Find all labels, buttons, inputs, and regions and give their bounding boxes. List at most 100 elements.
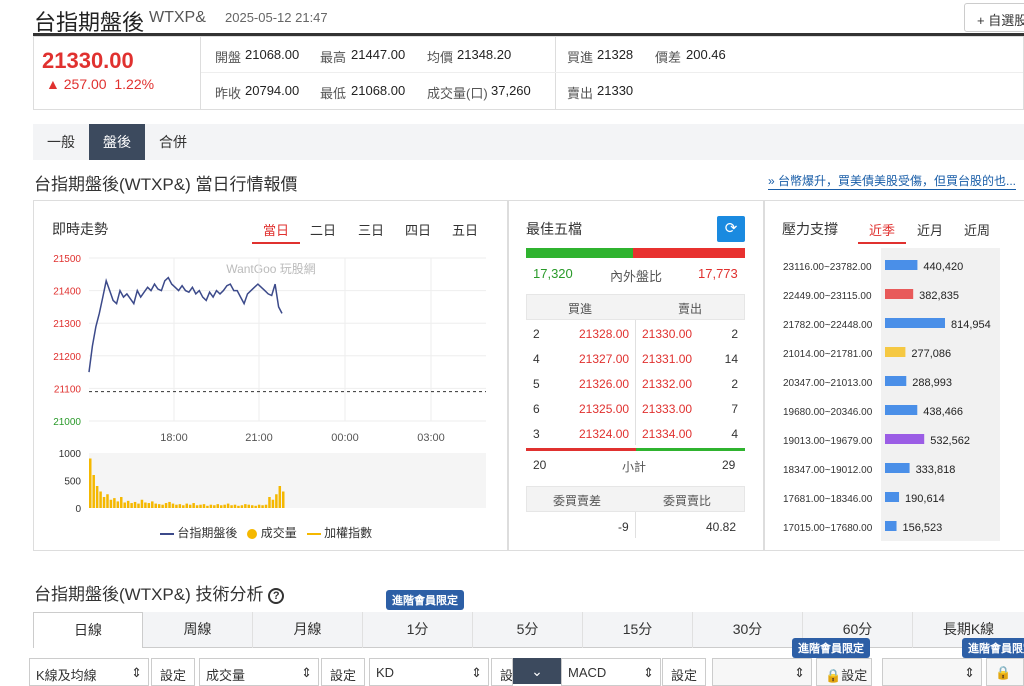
table-row: 4 21327.00 21331.00 14 — [526, 352, 745, 372]
volume-bar — [168, 501, 171, 508]
tab-1min[interactable]: 1分 — [363, 612, 473, 648]
settings-button[interactable]: 設定 — [491, 658, 513, 686]
volume-area — [89, 453, 486, 508]
volume-bar — [250, 505, 254, 508]
support-title: 壓力支撐 — [782, 221, 838, 237]
chevron-updown-icon: ⇕ — [643, 665, 654, 680]
tab-3day[interactable]: 三日 — [358, 220, 384, 239]
lock-icon: 🔒 — [825, 668, 842, 683]
tab-regular[interactable]: 一般 — [33, 124, 89, 160]
price-range-label: 22449.00~23115.00 — [783, 291, 872, 302]
volume-value-label: 156,523 — [903, 522, 943, 534]
tab-30min[interactable]: 30分 — [693, 612, 803, 648]
volume-bar — [275, 494, 278, 508]
tab-5day[interactable]: 五日 — [452, 220, 478, 239]
volume-bar — [885, 492, 900, 502]
volume-bar — [116, 501, 120, 508]
indicator-select-k[interactable]: K線及均線 ⇕ — [29, 658, 149, 686]
volume-bar — [254, 505, 257, 508]
news-link[interactable]: » 台幣爆升，買美債美股受傷，但買台股的也... — [768, 172, 1017, 190]
tab-15min[interactable]: 15分 — [583, 612, 693, 648]
settings-button[interactable]: 設定 — [151, 658, 196, 686]
symbol-code: WTXP& — [149, 9, 206, 26]
indicator-select-volume[interactable]: 成交量 ⇕ — [199, 658, 319, 686]
chevron-down-icon[interactable]: ⌄ — [513, 658, 561, 684]
table-row: 6 21325.00 21333.00 7 — [526, 402, 745, 422]
volume-bar — [226, 503, 230, 508]
tab-month[interactable]: 近月 — [917, 220, 943, 239]
legend-idx-swatch — [306, 532, 321, 535]
locked-select[interactable]: ⇕ — [712, 658, 812, 686]
volume-value-label: 190,614 — [905, 493, 945, 505]
tab-after-hours[interactable]: 盤後 — [89, 124, 145, 160]
volume-bar — [247, 504, 251, 508]
tech-tabs: 日線 周線 月線 1分 5分 15分 30分 60分 長期K線 — [33, 612, 1024, 648]
prev-close-label: 昨收 — [215, 86, 242, 101]
volume-bar — [885, 521, 897, 531]
volume-bar — [885, 405, 918, 415]
tab-combined[interactable]: 合併 — [145, 124, 201, 160]
volume-bar — [109, 499, 113, 508]
table-row: 3 21324.00 21334.00 4 — [526, 427, 745, 447]
tab-4day[interactable]: 四日 — [405, 220, 431, 239]
tab-quarter[interactable]: 近季 — [869, 220, 895, 239]
volume-bar — [188, 504, 192, 508]
volume-bar — [199, 504, 202, 508]
price-range-label: 19013.00~19679.00 — [783, 436, 873, 447]
volume-bar — [261, 505, 264, 508]
tab-weekly[interactable]: 周線 — [143, 612, 253, 648]
tab-5min[interactable]: 5分 — [473, 612, 583, 648]
ratio-bar — [526, 248, 745, 258]
order-diff-label: 委買賣差 — [553, 494, 602, 508]
volume-bar — [885, 463, 910, 473]
volume-bar — [202, 504, 206, 508]
locked-settings-button[interactable]: 🔒 — [986, 658, 1024, 686]
locked-select[interactable]: ⇕ — [882, 658, 982, 686]
tab-monthly[interactable]: 月線 — [253, 612, 363, 648]
settings-button[interactable]: 設定 — [321, 658, 366, 686]
indicator-select-macd[interactable]: MACD ⇕ — [561, 658, 661, 686]
ask-price: 21330.00 — [642, 327, 693, 341]
volume-bar — [282, 491, 285, 508]
quote-datetime: 2025-05-12 21:47 — [225, 10, 328, 25]
volume-value-label: 288,993 — [912, 377, 952, 389]
settings-button[interactable]: 設定 — [662, 658, 707, 686]
table-row: 2 21328.00 21330.00 2 — [526, 327, 745, 347]
x-tick-label: 18:00 — [160, 432, 188, 444]
y-tick-label: 21300 — [53, 319, 81, 330]
x-tick-label: 21:00 — [245, 432, 273, 444]
tab-daily[interactable]: 日線 — [33, 612, 143, 648]
price-line — [88, 276, 283, 373]
volume-bar — [185, 503, 188, 508]
volume-bar — [147, 503, 151, 508]
volume-tick-label: 500 — [64, 477, 81, 488]
change-value: ▲ 257.00 — [46, 76, 107, 92]
volume-bar — [885, 318, 945, 328]
volume-bar — [264, 504, 268, 508]
volume-bar — [157, 504, 161, 508]
sell-total: 17,773 — [698, 266, 738, 281]
ask-qty: 2 — [731, 327, 738, 341]
add-watchlist-button[interactable]: + 自選股 — [964, 3, 1024, 32]
ratio-label: 內外盤比 — [610, 269, 663, 284]
tab-week[interactable]: 近周 — [964, 220, 990, 239]
sum-sell: 29 — [722, 458, 736, 472]
refresh-icon[interactable]: ⟳ — [717, 216, 745, 242]
help-icon[interactable]: ? — [268, 587, 285, 604]
price-range-label: 21014.00~21781.00 — [783, 349, 873, 360]
volume-bar — [161, 504, 164, 508]
locked-settings-button[interactable]: 🔒設定 — [816, 658, 872, 686]
volume-bar — [164, 503, 168, 508]
tab-today[interactable]: 當日 — [263, 220, 289, 239]
volume-bar — [268, 497, 271, 508]
active-tab-indicator — [858, 242, 906, 244]
open-value: 21068.00 — [245, 47, 300, 62]
divider — [201, 72, 1023, 73]
volume-value-label: 438,466 — [923, 406, 963, 418]
tab-2day[interactable]: 二日 — [310, 220, 336, 239]
bid-value: 21328 — [597, 47, 634, 62]
indicator-select-kd[interactable]: KD ⇕ — [369, 658, 489, 686]
volume-bar — [102, 497, 106, 508]
realtime-chart: WantGoo 玩股網 21500 21400 21300 21200 21100 210… — [53, 254, 486, 515]
volume-value-label: 382,835 — [919, 290, 959, 302]
